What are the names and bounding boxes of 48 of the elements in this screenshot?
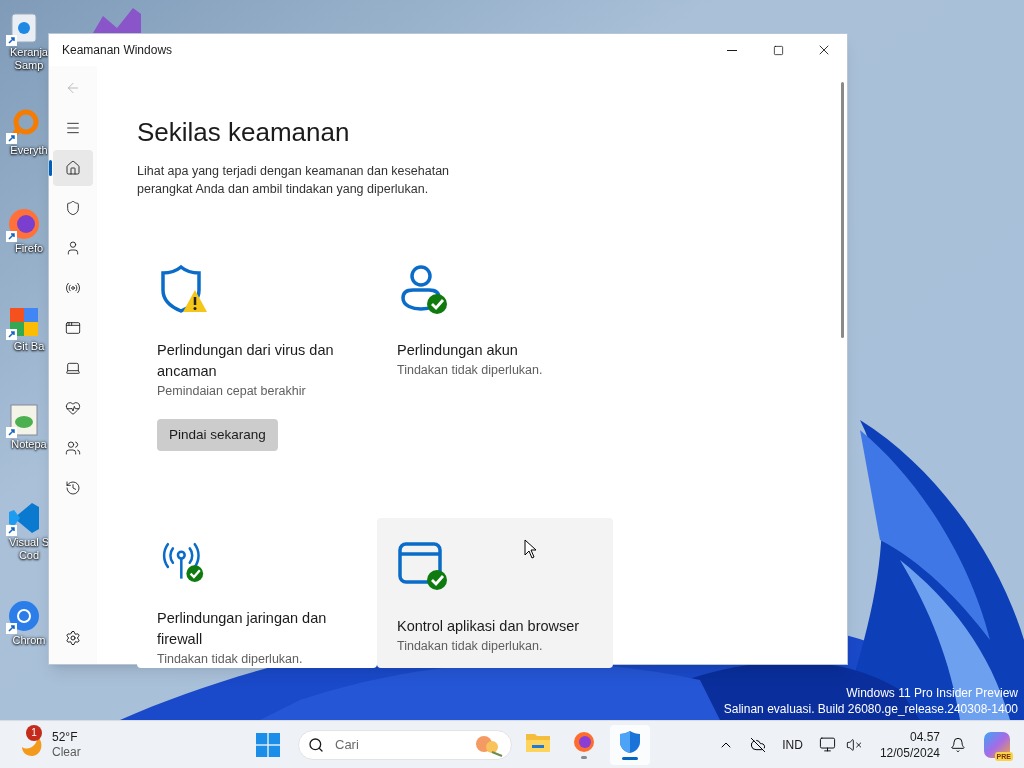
notification-badge: 1 <box>26 724 42 741</box>
desktop-icon-label: Notepa <box>11 438 47 451</box>
gear-icon <box>65 630 81 646</box>
running-indicator <box>622 756 638 760</box>
card-status: Tindakan tidak diperlukan. <box>397 362 544 379</box>
start-button[interactable] <box>256 732 280 757</box>
desktop-icon-label: Everyth <box>10 144 48 157</box>
cloud-off-icon[interactable] <box>750 736 767 753</box>
mouse-cursor-icon <box>524 539 537 559</box>
monitor-icon[interactable] <box>818 736 836 753</box>
temperature-text: 52°F <box>52 729 79 745</box>
maximize-icon <box>772 44 784 56</box>
search-field[interactable]: Cari <box>298 729 512 760</box>
selection-indicator <box>49 160 52 176</box>
status-card[interactable]: Kontrol aplikasi dan browser Tindakan tidak diperlukan. <box>377 518 613 668</box>
taskbar-app[interactable] <box>610 724 650 765</box>
search-icon <box>308 736 324 753</box>
desktop-icon-label: Chrom <box>12 634 46 647</box>
chrome-app-icon[interactable] <box>6 598 42 634</box>
window-title: Keamanan Windows <box>61 42 174 59</box>
running-indicator <box>581 755 587 759</box>
shield-icon <box>619 729 641 754</box>
bell-icon[interactable] <box>950 736 966 753</box>
desktop-icon-label: Keranja Samp <box>10 46 48 72</box>
page-description: Lihat apa yang terjadi dengan keamanan dan kesehatan perangkat Anda dan ambil tindakan yang diperlukan. <box>137 163 451 198</box>
page-heading: Sekilas keamanan <box>137 116 351 148</box>
card-status: Tindakan tidak diperlukan. <box>157 651 304 668</box>
folder-icon <box>526 731 550 752</box>
weather-condition-text: Clear <box>52 744 81 760</box>
card-title: Perlindungan jaringan dan firewall <box>157 609 328 649</box>
minimize-icon <box>727 49 737 51</box>
card-status: Pemindaian cepat berakhir <box>157 383 307 400</box>
evaluation-watermark-text: Salinan evaluasi. Build 26080.ge_release.240308-1400 <box>723 701 1018 717</box>
desktop-icon-label: Firefo <box>14 242 44 255</box>
clock-date[interactable]: 12/05/2024 <box>879 744 940 761</box>
language-indicator[interactable]: IND <box>782 735 803 754</box>
scrollbar-thumb[interactable] <box>841 82 844 338</box>
firefox-app-icon[interactable] <box>6 206 42 242</box>
firefox-icon <box>573 730 595 753</box>
card-title: Kontrol aplikasi dan browser <box>397 617 581 636</box>
scan-now-button[interactable]: Pindai sekarang <box>157 419 278 451</box>
card-title: Perlindungan akun <box>397 341 519 360</box>
card-status: Tindakan tidak diperlukan. <box>397 638 544 655</box>
desktop-icon-label: Git Ba <box>13 340 45 353</box>
card-title: Perlindungan dari virus dan ancaman <box>157 341 335 381</box>
vscode-app-icon[interactable] <box>6 500 42 536</box>
volume-mute-icon[interactable] <box>845 736 862 753</box>
clock-time[interactable]: 04.57 <box>909 728 940 745</box>
